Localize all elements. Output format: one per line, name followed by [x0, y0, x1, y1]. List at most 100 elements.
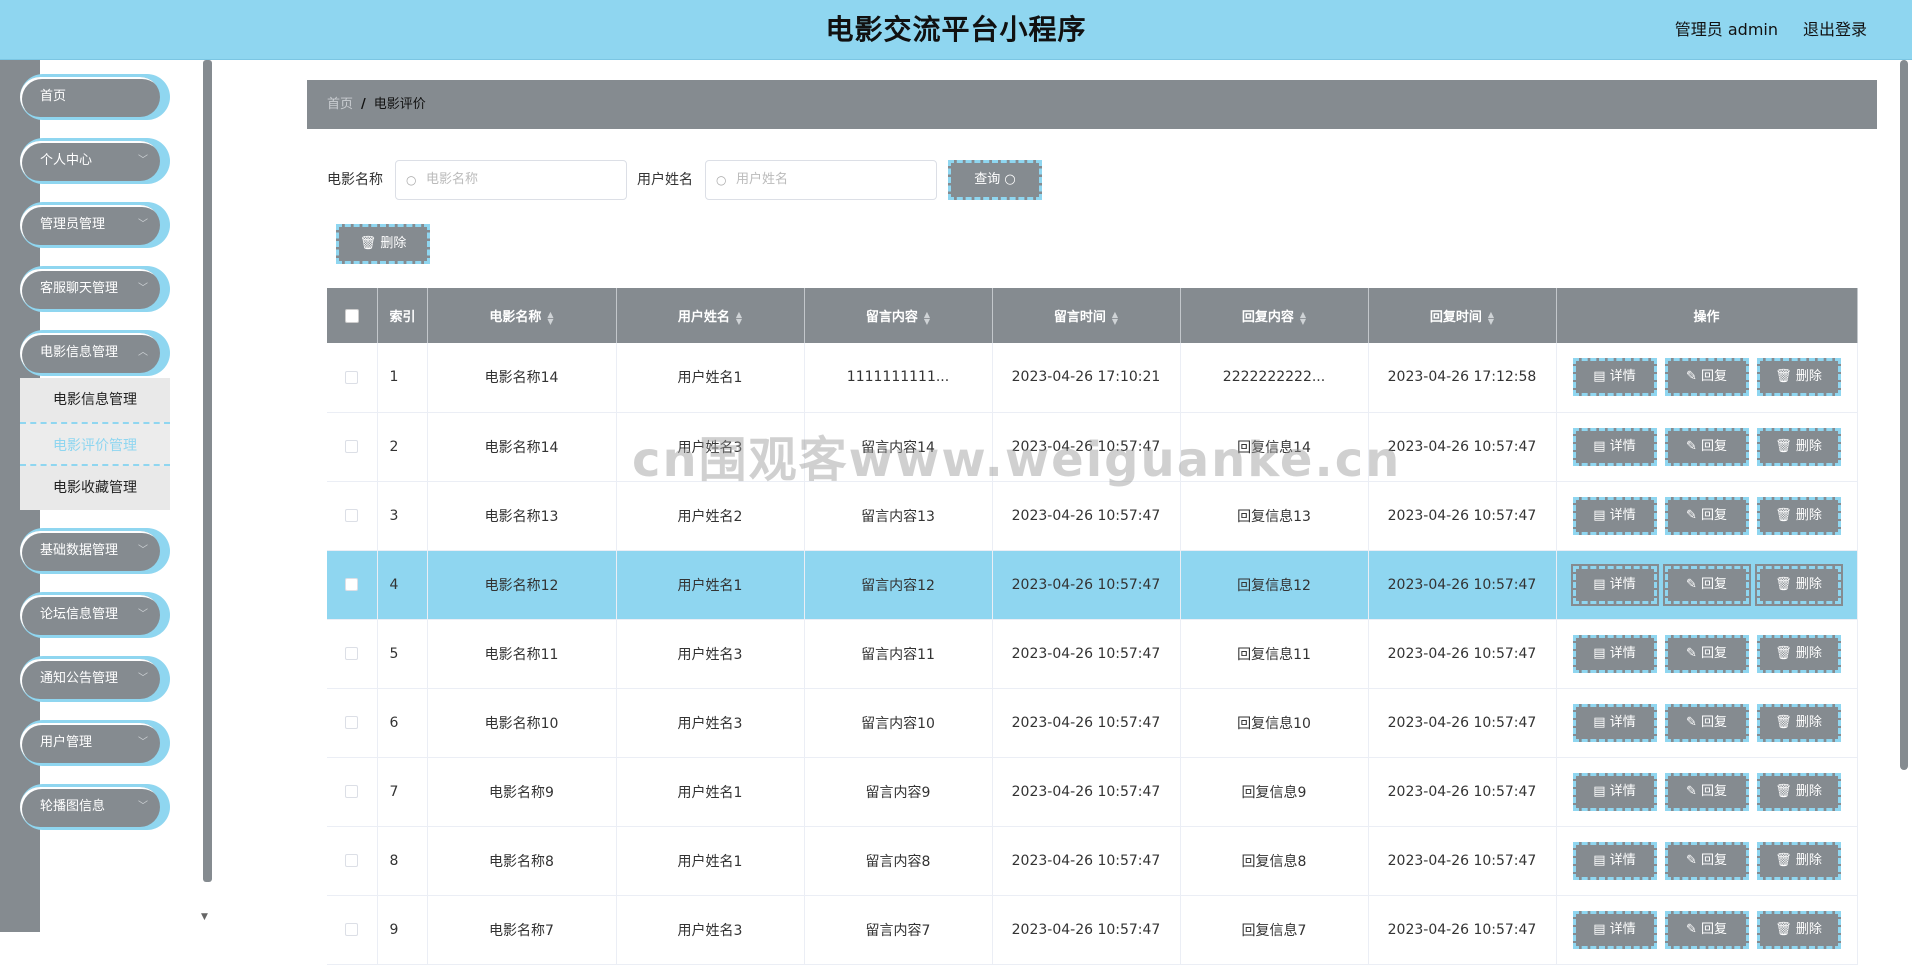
row-checkbox[interactable]: [345, 716, 359, 729]
cell-index: 6: [377, 688, 428, 758]
cell-reply-time: 2023-04-26 10:57:47: [1368, 826, 1557, 896]
sidebar-item-admin[interactable]: 管理员管理 ﹀: [20, 202, 170, 248]
reply-button[interactable]: ✎ 回复: [1664, 358, 1749, 397]
col-user[interactable]: 用户姓名 ▲ ▼: [616, 288, 805, 343]
breadcrumb-home-link[interactable]: 首页: [327, 97, 353, 112]
delete-button[interactable]: 🗑 删除: [1756, 427, 1841, 466]
trash-icon: 🗑: [1775, 783, 1796, 799]
reply-button[interactable]: ✎ 回复: [1664, 634, 1749, 673]
reply-button[interactable]: ✎ 回复: [1664, 565, 1749, 604]
detail-button[interactable]: ▤ 详情: [1572, 496, 1657, 535]
cell-index: 5: [377, 619, 428, 689]
sidebar-item-home[interactable]: 首页: [20, 74, 170, 120]
select-all-cell: [327, 288, 378, 343]
movie-name-input[interactable]: ○ 电影名称: [395, 160, 627, 200]
batch-delete-button[interactable]: 🗑 删除: [336, 224, 430, 264]
reply-button[interactable]: ✎ 回复: [1664, 427, 1749, 466]
detail-button[interactable]: ▤ 详情: [1572, 910, 1657, 949]
submenu-item-movie-favorite[interactable]: 电影收藏管理: [20, 466, 170, 510]
sidebar-item-label: 论坛信息管理: [40, 607, 119, 622]
sort-icon[interactable]: ▲ ▼: [1112, 310, 1118, 325]
delete-button[interactable]: 🗑 删除: [1756, 496, 1841, 535]
cell-actions: ▤ 详情 ✎ 回复 🗑 删除: [1556, 619, 1858, 689]
sidebar-item-forum[interactable]: 论坛信息管理 ﹀: [20, 592, 170, 638]
select-all-checkbox[interactable]: [344, 308, 359, 323]
table-row[interactable]: 5 电影名称11 用户姓名3 留言内容11 2023-04-26 10:57:47 回复信…: [327, 619, 1858, 689]
row-checkbox[interactable]: [345, 854, 359, 867]
sidebar-item-users[interactable]: 用户管理 ﹀: [20, 720, 170, 766]
delete-button[interactable]: 🗑 删除: [1756, 703, 1841, 742]
sort-icon[interactable]: ▲ ▼: [736, 310, 742, 325]
col-message-time[interactable]: 留言时间 ▲ ▼: [992, 288, 1181, 343]
sort-icon[interactable]: ▲ ▼: [1300, 310, 1306, 325]
page-scrollbar[interactable]: [1900, 60, 1908, 770]
delete-button[interactable]: 🗑 删除: [1756, 841, 1841, 880]
row-checkbox[interactable]: [345, 440, 359, 453]
sort-icon[interactable]: ▲ ▼: [924, 310, 930, 325]
delete-button[interactable]: 🗑 删除: [1756, 565, 1841, 604]
sidebar-item-movie-info[interactable]: 电影信息管理 ︿: [20, 330, 170, 376]
sidebar-item-label: 管理员管理: [40, 217, 106, 232]
sidebar-item-label: 电影信息管理: [40, 345, 119, 360]
sidebar-item-base-data[interactable]: 基础数据管理 ﹀: [20, 528, 170, 574]
table-row[interactable]: 3 电影名称13 用户姓名2 留言内容13 2023-04-26 10:57:47 回复信…: [327, 481, 1858, 551]
cell-reply: 回复信息11: [1180, 619, 1369, 689]
sidebar-item-carousel[interactable]: 轮播图信息 ﹀: [20, 784, 170, 830]
cell-message-time: 2023-04-26 10:57:47: [992, 895, 1181, 965]
detail-button[interactable]: ▤ 详情: [1572, 634, 1657, 673]
reply-button[interactable]: ✎ 回复: [1664, 910, 1749, 949]
cell-message: 留言内容11: [804, 619, 993, 689]
delete-button[interactable]: 🗑 删除: [1756, 772, 1841, 811]
reply-button[interactable]: ✎ 回复: [1664, 496, 1749, 535]
edit-icon: ✎: [1685, 507, 1701, 523]
logout-link[interactable]: 退出登录: [1803, 0, 1867, 60]
col-reply-time[interactable]: 回复时间 ▲ ▼: [1368, 288, 1557, 343]
row-checkbox[interactable]: [345, 923, 359, 936]
user-name-input[interactable]: ○ 用户姓名: [705, 160, 937, 200]
table-row[interactable]: 6 电影名称10 用户姓名3 留言内容10 2023-04-26 10:57:47 回复信…: [327, 688, 1858, 758]
reply-button[interactable]: ✎ 回复: [1664, 841, 1749, 880]
delete-button[interactable]: 🗑 删除: [1756, 358, 1841, 397]
col-message[interactable]: 留言内容 ▲ ▼: [804, 288, 993, 343]
delete-button[interactable]: 🗑 删除: [1756, 634, 1841, 673]
row-checkbox[interactable]: [345, 647, 359, 660]
col-movie[interactable]: 电影名称 ▲ ▼: [427, 288, 617, 343]
table-row[interactable]: 4 电影名称12 用户姓名1 留言内容12 2023-04-26 10:57:47 回复信…: [327, 550, 1858, 620]
sidebar-item-profile[interactable]: 个人中心 ﹀: [20, 138, 170, 184]
cell-user: 用户姓名1: [616, 550, 805, 620]
delete-button[interactable]: 🗑 删除: [1756, 910, 1841, 949]
table-row[interactable]: 1 电影名称14 用户姓名1 1111111111... 2023-04-26 17:1…: [327, 343, 1858, 413]
detail-button[interactable]: ▤ 详情: [1572, 772, 1657, 811]
sidebar-item-chat[interactable]: 客服聊天管理 ﹀: [20, 266, 170, 312]
cell-movie: 电影名称7: [427, 895, 617, 965]
trash-icon: 🗑: [1775, 576, 1796, 592]
sort-icon[interactable]: ▲ ▼: [1488, 310, 1494, 325]
detail-button[interactable]: ▤ 详情: [1572, 358, 1657, 397]
sort-icon[interactable]: ▲ ▼: [547, 310, 553, 325]
table-row[interactable]: 8 电影名称8 用户姓名1 留言内容8 2023-04-26 10:57:47 回复信息8…: [327, 826, 1858, 896]
sidebar-item-notice[interactable]: 通知公告管理 ﹀: [20, 656, 170, 702]
cell-reply: 回复信息10: [1180, 688, 1369, 758]
cell-movie: 电影名称14: [427, 412, 617, 482]
query-button[interactable]: 查询 ○: [948, 160, 1042, 200]
reply-button[interactable]: ✎ 回复: [1664, 772, 1749, 811]
detail-button[interactable]: ▤ 详情: [1572, 841, 1657, 880]
submenu-item-movie-review[interactable]: 电影评价管理: [20, 422, 170, 466]
row-checkbox[interactable]: [345, 785, 359, 798]
row-checkbox[interactable]: [345, 370, 359, 384]
sidebar-scrollbar[interactable]: [203, 60, 212, 882]
table-row[interactable]: 9 电影名称7 用户姓名3 留言内容7 2023-04-26 10:57:47 回复信息7…: [327, 895, 1858, 965]
col-reply[interactable]: 回复内容 ▲ ▼: [1180, 288, 1369, 343]
detail-button[interactable]: ▤ 详情: [1572, 703, 1657, 742]
reply-button[interactable]: ✎ 回复: [1664, 703, 1749, 742]
edit-icon: ✎: [1685, 921, 1701, 937]
row-checkbox[interactable]: [345, 578, 359, 591]
scroll-down-arrow-icon[interactable]: ▼: [201, 912, 208, 922]
table-row[interactable]: 2 电影名称14 用户姓名3 留言内容14 2023-04-26 10:57:47 回复信…: [327, 412, 1858, 482]
row-checkbox[interactable]: [345, 509, 359, 522]
table-row[interactable]: 7 电影名称9 用户姓名1 留言内容9 2023-04-26 10:57:47 回复信息9…: [327, 757, 1858, 827]
detail-button[interactable]: ▤ 详情: [1572, 427, 1657, 466]
detail-button[interactable]: ▤ 详情: [1572, 565, 1657, 604]
document-icon: ▤: [1593, 852, 1610, 868]
submenu-item-movie-info[interactable]: 电影信息管理: [20, 378, 170, 422]
